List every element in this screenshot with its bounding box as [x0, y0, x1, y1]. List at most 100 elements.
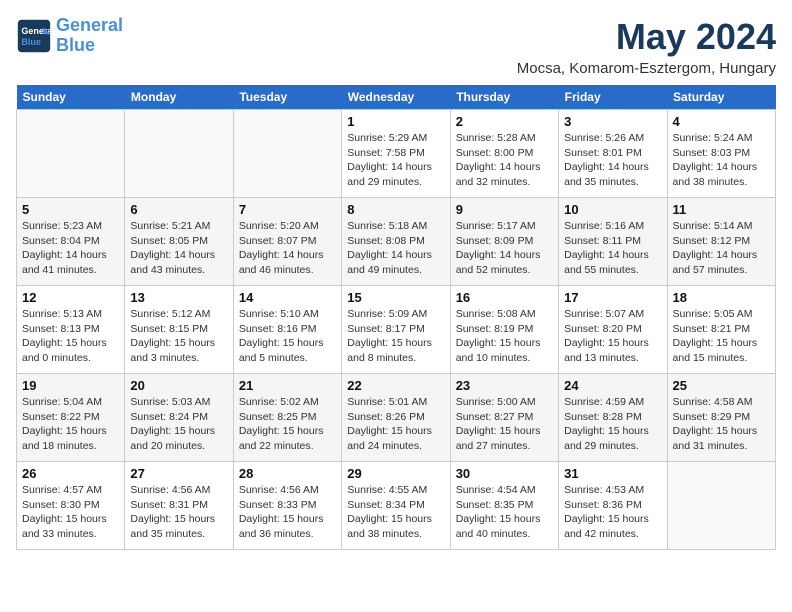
calendar-cell: 7 Sunrise: 5:20 AM Sunset: 8:07 PM Daylig… — [233, 198, 341, 286]
weekday-header-wednesday: Wednesday — [342, 85, 450, 110]
calendar-cell: 26 Sunrise: 4:57 AM Sunset: 8:30 PM Dayli… — [17, 462, 125, 550]
calendar-cell: 24 Sunrise: 4:59 AM Sunset: 8:28 PM Dayli… — [559, 374, 667, 462]
calendar-cell: 15 Sunrise: 5:09 AM Sunset: 8:17 PM Dayli… — [342, 286, 450, 374]
day-info: Sunrise: 5:05 AM Sunset: 8:21 PM Dayligh… — [673, 307, 770, 366]
day-info: Sunrise: 4:54 AM Sunset: 8:35 PM Dayligh… — [456, 483, 553, 542]
calendar-cell: 23Sunrise: 5:00 AM Sunset: 8:27 PM Dayli… — [450, 374, 558, 462]
calendar-cell: 8 Sunrise: 5:18 AM Sunset: 8:08 PM Daylig… — [342, 198, 450, 286]
day-number: 30 — [456, 466, 553, 481]
week-row-4: 19 Sunrise: 5:04 AM Sunset: 8:22 PM Dayli… — [17, 374, 776, 462]
day-number: 21 — [239, 378, 336, 393]
day-number: 8 — [347, 202, 444, 217]
day-info: Sunrise: 4:58 AM Sunset: 8:29 PM Dayligh… — [673, 395, 770, 454]
day-number: 15 — [347, 290, 444, 305]
day-number: 28 — [239, 466, 336, 481]
day-number: 13 — [130, 290, 227, 305]
logo-text: GeneralBlue — [56, 16, 123, 56]
week-row-5: 26 Sunrise: 4:57 AM Sunset: 8:30 PM Dayli… — [17, 462, 776, 550]
day-number: 27 — [130, 466, 227, 481]
calendar-cell — [667, 462, 775, 550]
day-number: 7 — [239, 202, 336, 217]
day-info: Sunrise: 4:59 AM Sunset: 8:28 PM Dayligh… — [564, 395, 661, 454]
calendar-cell: 22Sunrise: 5:01 AM Sunset: 8:26 PM Dayli… — [342, 374, 450, 462]
day-info: Sunrise: 5:07 AM Sunset: 8:20 PM Dayligh… — [564, 307, 661, 366]
week-row-3: 12 Sunrise: 5:13 AM Sunset: 8:13 PM Dayli… — [17, 286, 776, 374]
day-info: Sunrise: 5:13 AM Sunset: 8:13 PM Dayligh… — [22, 307, 119, 366]
calendar-cell — [125, 110, 233, 198]
calendar-cell: 25Sunrise: 4:58 AM Sunset: 8:29 PM Dayli… — [667, 374, 775, 462]
day-number: 18 — [673, 290, 770, 305]
calendar-cell: 18 Sunrise: 5:05 AM Sunset: 8:21 PM Dayli… — [667, 286, 775, 374]
day-info: Sunrise: 5:24 AM Sunset: 8:03 PM Dayligh… — [673, 131, 770, 190]
day-info: Sunrise: 5:14 AM Sunset: 8:12 PM Dayligh… — [673, 219, 770, 278]
day-info: Sunrise: 5:18 AM Sunset: 8:08 PM Dayligh… — [347, 219, 444, 278]
weekday-header-row: SundayMondayTuesdayWednesdayThursdayFrid… — [17, 85, 776, 110]
day-number: 10 — [564, 202, 661, 217]
calendar-cell: 1 Sunrise: 5:29 AM Sunset: 7:58 PM Daylig… — [342, 110, 450, 198]
day-info: Sunrise: 5:21 AM Sunset: 8:05 PM Dayligh… — [130, 219, 227, 278]
calendar-cell: 28 Sunrise: 4:56 AM Sunset: 8:33 PM Dayli… — [233, 462, 341, 550]
calendar-cell: 12 Sunrise: 5:13 AM Sunset: 8:13 PM Dayli… — [17, 286, 125, 374]
page-container: General Blue GeneralBlue May 2024 Mocsa,… — [16, 16, 776, 550]
week-row-1: 1 Sunrise: 5:29 AM Sunset: 7:58 PM Daylig… — [17, 110, 776, 198]
calendar-table: SundayMondayTuesdayWednesdayThursdayFrid… — [16, 85, 776, 550]
weekday-header-monday: Monday — [125, 85, 233, 110]
day-info: Sunrise: 5:01 AM Sunset: 8:26 PM Dayligh… — [347, 395, 444, 454]
calendar-cell: 29 Sunrise: 4:55 AM Sunset: 8:34 PM Dayli… — [342, 462, 450, 550]
day-number: 12 — [22, 290, 119, 305]
calendar-cell — [233, 110, 341, 198]
svg-text:General: General — [21, 26, 52, 36]
day-info: Sunrise: 4:56 AM Sunset: 8:31 PM Dayligh… — [130, 483, 227, 542]
day-info: Sunrise: 5:20 AM Sunset: 8:07 PM Dayligh… — [239, 219, 336, 278]
day-info: Sunrise: 4:56 AM Sunset: 8:33 PM Dayligh… — [239, 483, 336, 542]
day-info: Sunrise: 5:10 AM Sunset: 8:16 PM Dayligh… — [239, 307, 336, 366]
day-info: Sunrise: 4:53 AM Sunset: 8:36 PM Dayligh… — [564, 483, 661, 542]
day-number: 23 — [456, 378, 553, 393]
calendar-cell: 10Sunrise: 5:16 AM Sunset: 8:11 PM Dayli… — [559, 198, 667, 286]
day-number: 29 — [347, 466, 444, 481]
month-title: May 2024 — [517, 16, 776, 58]
day-number: 19 — [22, 378, 119, 393]
day-number: 20 — [130, 378, 227, 393]
day-info: Sunrise: 5:04 AM Sunset: 8:22 PM Dayligh… — [22, 395, 119, 454]
calendar-cell: 17 Sunrise: 5:07 AM Sunset: 8:20 PM Dayli… — [559, 286, 667, 374]
weekday-header-friday: Friday — [559, 85, 667, 110]
day-number: 9 — [456, 202, 553, 217]
day-number: 5 — [22, 202, 119, 217]
day-info: Sunrise: 4:55 AM Sunset: 8:34 PM Dayligh… — [347, 483, 444, 542]
calendar-cell: 30 Sunrise: 4:54 AM Sunset: 8:35 PM Dayli… — [450, 462, 558, 550]
calendar-cell: 11 Sunrise: 5:14 AM Sunset: 8:12 PM Dayli… — [667, 198, 775, 286]
day-number: 26 — [22, 466, 119, 481]
calendar-cell: 5Sunrise: 5:23 AM Sunset: 8:04 PM Daylig… — [17, 198, 125, 286]
calendar-cell: 19 Sunrise: 5:04 AM Sunset: 8:22 PM Dayli… — [17, 374, 125, 462]
calendar-cell: 4 Sunrise: 5:24 AM Sunset: 8:03 PM Daylig… — [667, 110, 775, 198]
weekday-header-sunday: Sunday — [17, 85, 125, 110]
calendar-cell: 14 Sunrise: 5:10 AM Sunset: 8:16 PM Dayli… — [233, 286, 341, 374]
day-info: Sunrise: 5:02 AM Sunset: 8:25 PM Dayligh… — [239, 395, 336, 454]
day-number: 14 — [239, 290, 336, 305]
week-row-2: 5Sunrise: 5:23 AM Sunset: 8:04 PM Daylig… — [17, 198, 776, 286]
day-info: Sunrise: 5:12 AM Sunset: 8:15 PM Dayligh… — [130, 307, 227, 366]
day-info: Sunrise: 5:26 AM Sunset: 8:01 PM Dayligh… — [564, 131, 661, 190]
day-number: 1 — [347, 114, 444, 129]
day-info: Sunrise: 5:03 AM Sunset: 8:24 PM Dayligh… — [130, 395, 227, 454]
day-info: Sunrise: 5:17 AM Sunset: 8:09 PM Dayligh… — [456, 219, 553, 278]
day-info: Sunrise: 5:29 AM Sunset: 7:58 PM Dayligh… — [347, 131, 444, 190]
day-number: 2 — [456, 114, 553, 129]
calendar-cell: 21 Sunrise: 5:02 AM Sunset: 8:25 PM Dayli… — [233, 374, 341, 462]
day-number: 24 — [564, 378, 661, 393]
day-number: 4 — [673, 114, 770, 129]
day-number: 11 — [673, 202, 770, 217]
day-number: 17 — [564, 290, 661, 305]
day-number: 16 — [456, 290, 553, 305]
location-title: Mocsa, Komarom-Esztergom, Hungary — [517, 60, 776, 77]
calendar-cell — [17, 110, 125, 198]
calendar-cell: 9 Sunrise: 5:17 AM Sunset: 8:09 PM Daylig… — [450, 198, 558, 286]
day-info: Sunrise: 5:09 AM Sunset: 8:17 PM Dayligh… — [347, 307, 444, 366]
day-info: Sunrise: 5:28 AM Sunset: 8:00 PM Dayligh… — [456, 131, 553, 190]
calendar-cell: 13 Sunrise: 5:12 AM Sunset: 8:15 PM Dayli… — [125, 286, 233, 374]
weekday-header-tuesday: Tuesday — [233, 85, 341, 110]
calendar-cell: 3Sunrise: 5:26 AM Sunset: 8:01 PM Daylig… — [559, 110, 667, 198]
day-info: Sunrise: 4:57 AM Sunset: 8:30 PM Dayligh… — [22, 483, 119, 542]
day-number: 6 — [130, 202, 227, 217]
